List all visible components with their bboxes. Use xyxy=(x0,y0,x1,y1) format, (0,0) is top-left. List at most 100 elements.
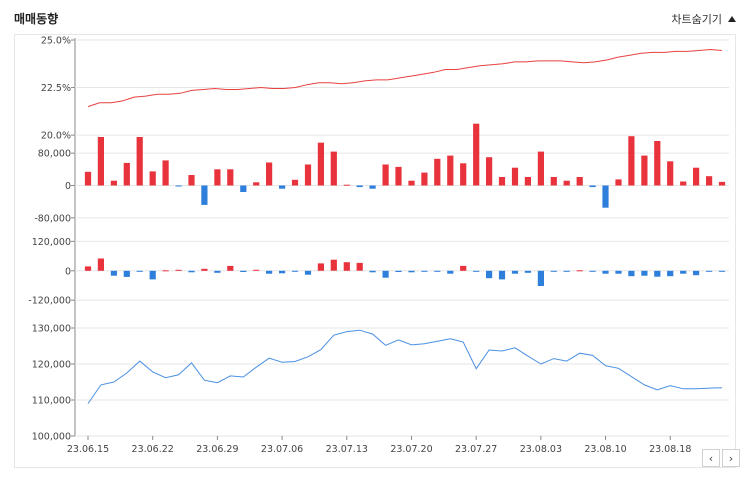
volume-bar xyxy=(524,177,531,186)
volume-bar xyxy=(317,142,324,186)
volume-bar xyxy=(486,157,493,186)
trading-trend-chart: 25.0% 22.5% 20.0% 80,000 0 -80,000 120,000 0 -12… xyxy=(28,36,729,455)
volume-bar xyxy=(498,177,506,186)
volume-bar xyxy=(706,176,713,186)
volume-bar xyxy=(473,123,480,186)
volume-bar xyxy=(563,180,570,186)
volume-bar xyxy=(615,270,622,274)
volume-bar xyxy=(693,270,700,276)
volume-bar xyxy=(136,137,143,186)
volume-bar xyxy=(382,270,389,278)
volume-bar xyxy=(266,270,273,274)
volume-bar xyxy=(667,270,674,277)
volume-bar xyxy=(123,162,130,186)
volume-bar xyxy=(279,185,286,189)
next-button[interactable]: › xyxy=(722,449,740,467)
volume-bar xyxy=(253,182,260,186)
volume-bar xyxy=(602,185,609,208)
prev-button[interactable]: ‹ xyxy=(702,449,720,467)
volume-bar xyxy=(356,185,363,188)
volume-bar xyxy=(511,167,519,186)
volume-bar xyxy=(304,164,312,186)
y-tick-label: -80,000 xyxy=(34,213,71,224)
volume-bar xyxy=(395,166,402,186)
volume-bar xyxy=(447,270,454,274)
volume-bar xyxy=(227,265,234,271)
y-tick-label: 80,000 xyxy=(38,149,71,160)
volume-bar xyxy=(447,155,454,186)
x-tick-label: 23.08.18 xyxy=(649,444,691,455)
volume-bar xyxy=(240,270,247,272)
x-tick-label: 23.06.15 xyxy=(67,444,109,455)
volume-bar xyxy=(266,162,273,186)
volume-bar xyxy=(214,270,221,273)
volume-bar xyxy=(317,263,324,271)
volume-bar xyxy=(563,270,570,272)
volume-bar xyxy=(680,270,687,274)
volume-bar xyxy=(693,167,700,186)
volume-bar xyxy=(214,169,221,186)
y-tick-label: 0 xyxy=(65,181,71,192)
volume-bar xyxy=(343,262,350,271)
volume-bar xyxy=(175,185,182,187)
cumulative-line xyxy=(87,329,723,404)
volume-bar xyxy=(498,270,506,280)
y-tick-label: 120,000 xyxy=(32,237,71,248)
volume-bar xyxy=(602,270,609,274)
volume-bar xyxy=(667,161,674,186)
volume-bar xyxy=(654,270,661,277)
volume-bar xyxy=(369,270,376,273)
chevron-right-icon: › xyxy=(728,451,734,465)
volume-bar xyxy=(330,151,337,186)
volume-bar xyxy=(304,270,312,275)
volume-bar xyxy=(576,270,583,272)
y-tick-label: 130,000 xyxy=(32,324,71,335)
volume-bar xyxy=(576,177,583,186)
volume-bar xyxy=(408,270,415,273)
volume-bar xyxy=(628,136,635,186)
x-tick-label: 23.07.20 xyxy=(390,444,432,455)
volume-bar xyxy=(680,181,687,186)
y-tick-label: 22.5% xyxy=(41,83,71,94)
volume-bar xyxy=(395,270,402,272)
volume-bar xyxy=(628,270,635,277)
volume-bar xyxy=(123,270,130,277)
volume-bar xyxy=(511,270,519,274)
volume-bar xyxy=(421,172,428,186)
volume-bar xyxy=(240,185,247,192)
volume-bar xyxy=(718,181,726,186)
volume-bar xyxy=(188,270,195,273)
volume-bar xyxy=(654,141,661,186)
volume-bar xyxy=(460,163,467,186)
volume-bar xyxy=(550,270,557,272)
volume-bar xyxy=(408,180,415,186)
x-tick-label: 23.07.13 xyxy=(326,444,368,455)
x-tick-label: 23.06.22 xyxy=(132,444,174,455)
chart-nav: ‹ › xyxy=(702,449,740,467)
volume-bar xyxy=(110,180,117,186)
x-tick-label: 23.08.03 xyxy=(520,444,562,455)
x-tick-label: 23.08.10 xyxy=(584,444,626,455)
chevron-left-icon: ‹ xyxy=(708,451,714,465)
volume-bar xyxy=(201,185,208,205)
volume-bar xyxy=(227,169,234,186)
volume-bar xyxy=(537,270,544,286)
volume-bar xyxy=(524,270,531,273)
volume-bar xyxy=(460,265,467,271)
volume-bar xyxy=(343,184,350,186)
volume-bar xyxy=(330,259,337,271)
x-tick-label: 23.07.06 xyxy=(261,444,303,455)
volume-bar xyxy=(110,270,117,276)
volume-bar xyxy=(84,171,92,186)
volume-bar xyxy=(434,158,441,186)
volume-bar xyxy=(97,258,104,271)
volume-bar xyxy=(291,270,299,272)
volume-bar xyxy=(136,270,143,272)
volume-bar xyxy=(718,270,726,272)
volume-bar xyxy=(149,171,156,186)
volume-bar xyxy=(188,175,195,186)
y-tick-label: 110,000 xyxy=(32,396,71,407)
y-tick-label: 100,000 xyxy=(32,432,71,443)
volume-bar xyxy=(537,151,544,186)
y-tick-label: 120,000 xyxy=(32,360,71,371)
